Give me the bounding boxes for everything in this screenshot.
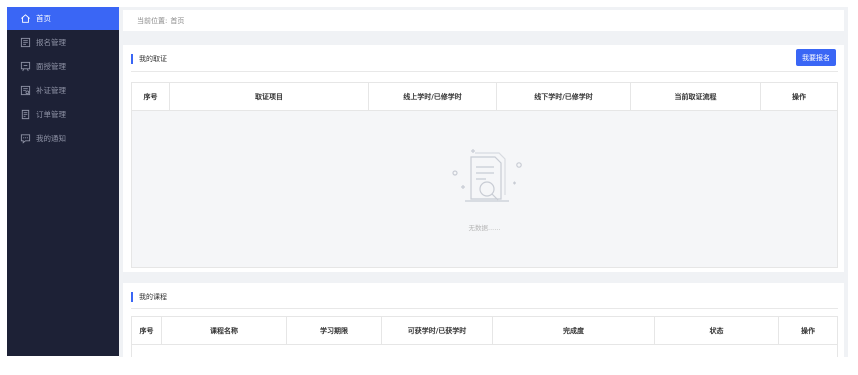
empty-data-icon	[451, 149, 522, 202]
sidebar-item-classroom[interactable]: 面授管理	[7, 54, 119, 78]
sidebar-item-label: 面授管理	[36, 61, 66, 71]
sidebar-item-label: 我的通知	[36, 133, 66, 143]
sidebar-item-certificate[interactable]: 补证管理	[7, 78, 119, 102]
sidebar-item-label: 报名管理	[36, 37, 66, 47]
column-header: 取证项目	[170, 83, 369, 110]
main-content: 当前位置: 首页 我的取证 我要报名 序号 取证项目 线上学时/已修学时 线下学…	[119, 7, 848, 357]
sidebar-item-label: 首页	[36, 14, 51, 23]
register-button[interactable]: 我要报名	[796, 49, 836, 66]
breadcrumb: 当前位置: 首页	[123, 10, 844, 31]
divider	[131, 308, 838, 309]
courses-table: 序号 课程名称 学习期限 可获学时/已获学时 完成度 状态 操作	[131, 316, 838, 357]
divider	[131, 71, 838, 72]
table-header: 序号 取证项目 线上学时/已修学时 线下学时/已修学时 当前取证流程 操作	[132, 83, 837, 111]
section-title: 我的取证	[131, 54, 167, 64]
column-header: 学习期限	[287, 317, 382, 344]
sidebar-item-label: 补证管理	[36, 85, 66, 95]
sidebar-item-home[interactable]: 首页	[7, 7, 119, 30]
empty-state: 无数据......	[132, 111, 837, 267]
home-icon	[20, 13, 31, 24]
section-title: 我的课程	[131, 292, 167, 302]
sidebar-footer	[7, 354, 119, 356]
sidebar-item-registration[interactable]: 报名管理	[7, 30, 119, 54]
column-header: 序号	[132, 317, 162, 344]
breadcrumb-current[interactable]: 首页	[170, 16, 184, 26]
column-header: 序号	[132, 83, 170, 110]
sidebar-item-order[interactable]: 订单管理	[7, 102, 119, 126]
order-icon	[20, 109, 31, 120]
column-header: 状态	[655, 317, 779, 344]
registration-icon	[20, 37, 31, 48]
title-accent-bar	[131, 292, 133, 302]
courses-card: 我的课程 序号 课程名称 学习期限 可获学时/已获学时 完成度 状态 操作	[123, 283, 844, 357]
certificates-title: 我的取证	[139, 55, 167, 63]
table-header: 序号 课程名称 学习期限 可获学时/已获学时 完成度 状态 操作	[132, 317, 837, 345]
certificates-table: 序号 取证项目 线上学时/已修学时 线下学时/已修学时 当前取证流程 操作 无数…	[131, 82, 838, 268]
column-header: 线下学时/已修学时	[497, 83, 631, 110]
certificate-icon	[20, 85, 31, 96]
column-header: 完成度	[493, 317, 655, 344]
sidebar-item-notice[interactable]: 我的通知	[7, 126, 119, 150]
column-header: 课程名称	[162, 317, 287, 344]
empty-text: 无数据......	[468, 224, 501, 232]
column-header: 操作	[792, 92, 806, 101]
column-header: 操作	[801, 326, 815, 335]
certificates-card: 我的取证 我要报名 序号 取证项目 线上学时/已修学时 线下学时/已修学时 当前…	[123, 45, 844, 272]
column-header: 线上学时/已修学时	[369, 83, 497, 110]
title-accent-bar	[131, 54, 133, 64]
breadcrumb-prefix: 当前位置:	[137, 16, 168, 25]
classroom-icon	[20, 61, 31, 72]
sidebar: 首页 报名管理 面授管理 补证管理 订单管理 我的通知	[7, 7, 119, 354]
sidebar-item-label: 订单管理	[36, 109, 66, 119]
column-header: 当前取证流程	[631, 83, 761, 110]
message-icon	[20, 133, 31, 144]
courses-title: 我的课程	[139, 293, 167, 301]
column-header: 可获学时/已获学时	[382, 317, 493, 344]
